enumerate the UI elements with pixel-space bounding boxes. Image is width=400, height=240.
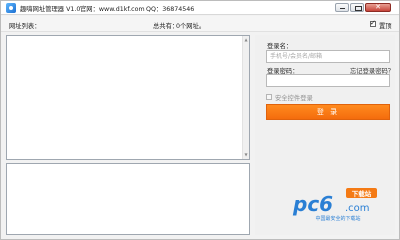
secure-login-checkbox[interactable] [266, 94, 272, 100]
watermark-brand: pc6 [292, 192, 333, 216]
url-list-box[interactable]: ▲ ▼ [6, 35, 250, 160]
detail-text-box[interactable] [6, 163, 250, 235]
pc6-watermark-logo: pc6 下载站 .com 中国最安全的下载站 [292, 188, 377, 222]
login-button[interactable]: 登 录 [266, 104, 390, 120]
minimize-button[interactable] [335, 3, 349, 12]
always-on-top-checkbox[interactable] [370, 19, 376, 27]
account-label: 登录名： [267, 43, 293, 50]
secure-login-label[interactable]: 安全控件登录 [275, 93, 313, 102]
url-list-scrollbar[interactable]: ▲ ▼ [242, 36, 249, 159]
url-list-label: 网址列表： [9, 23, 41, 30]
title-bar[interactable]: 趣嗨网址管理器 V1.0 官网：www.d1kf.com QQ：36874546 [1, 1, 399, 15]
always-on-top-label[interactable]: 置顶 [379, 21, 392, 30]
scroll-up-arrow-icon[interactable]: ▲ [243, 37, 249, 43]
account-input[interactable] [266, 50, 390, 63]
watermark-slogan: 中国最安全的下载站 [315, 215, 360, 222]
total-count-label: 总共有： [153, 23, 179, 30]
app-icon [6, 3, 16, 13]
qq-label: QQ：36874546 [146, 6, 195, 13]
scroll-down-arrow-icon[interactable]: ▼ [243, 152, 249, 158]
app-window: 趣嗨网址管理器 V1.0 官网：www.d1kf.com QQ：36874546… [0, 0, 400, 240]
window-title: 趣嗨网址管理器 V1.0 [20, 6, 81, 13]
watermark-badge: 下载站 [352, 189, 372, 198]
total-count-value: 0个网址。 [176, 23, 206, 30]
close-button[interactable] [365, 3, 391, 12]
maximize-button[interactable] [350, 3, 364, 12]
status-strip: 网址列表： 总共有： 0个网址。 置顶 [1, 16, 399, 32]
password-input[interactable] [266, 74, 390, 87]
website-label: 官网：www.d1kf.com [80, 6, 145, 13]
watermark-domain: .com [345, 203, 370, 214]
